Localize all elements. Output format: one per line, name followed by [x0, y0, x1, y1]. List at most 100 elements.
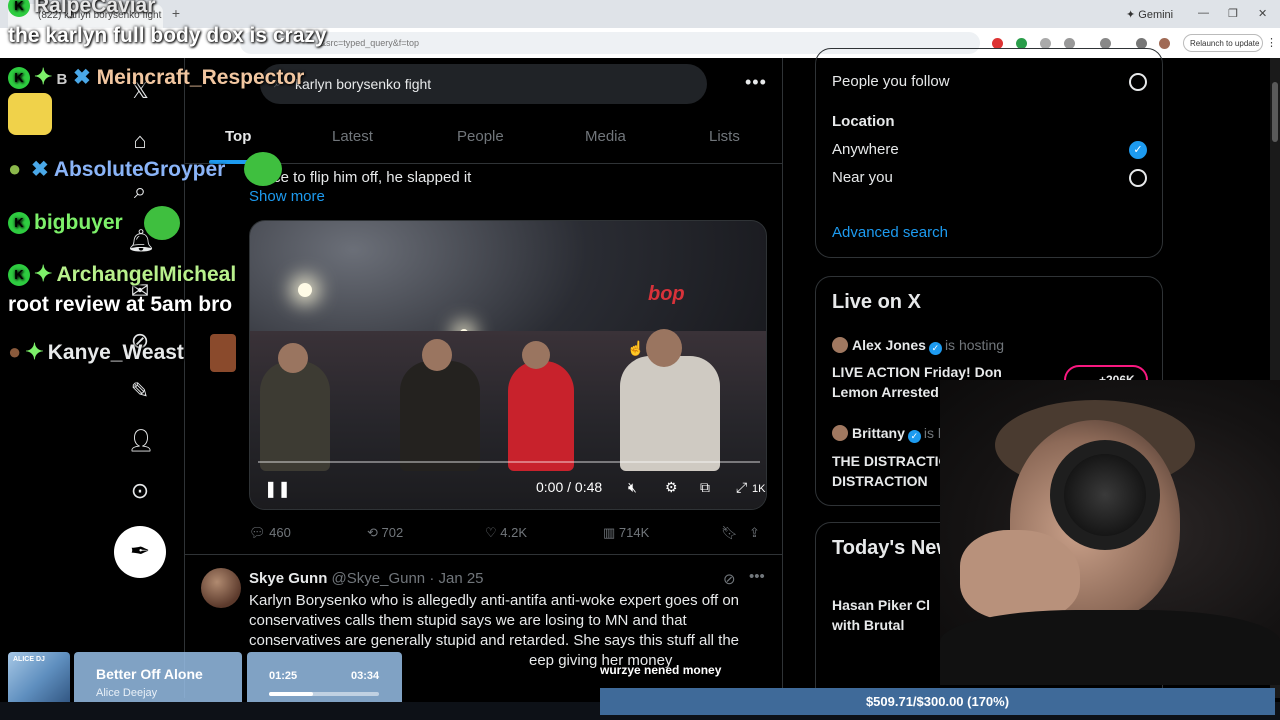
video-player[interactable]: bop ❚❚ 0:00 / 0:48 🔇︎ ⚙ ⧉ ⤢ 1K — [249, 220, 767, 510]
lists-icon[interactable]: ✎ — [127, 378, 153, 404]
emote-icon — [244, 152, 282, 186]
radio-anywhere[interactable]: ✓ — [1129, 141, 1147, 159]
webcam-overlay — [940, 380, 1280, 685]
views-button[interactable]: ▥ 714K — [603, 525, 649, 541]
advanced-search-link[interactable]: Advanced search — [832, 224, 948, 241]
chat-line: ● ✖ AbsoluteGroyper — [8, 156, 225, 182]
tts-message: wurzye nened money — [600, 663, 722, 677]
video-person — [620, 356, 720, 471]
song-title: Better Off Alone — [96, 666, 203, 682]
search-input[interactable]: ⌕ karlyn borysenko fight — [260, 64, 707, 104]
tab-top[interactable]: Top — [225, 128, 251, 145]
tab-lists[interactable]: Lists — [709, 128, 740, 145]
view-count-badge: 1K — [752, 483, 766, 495]
relaunch-button[interactable]: Relaunch to update — [1183, 34, 1263, 52]
author-handle[interactable]: @Skye_Gunn — [332, 570, 426, 587]
fullscreen-icon[interactable]: ⤢ — [736, 479, 747, 496]
video-person-head — [422, 339, 452, 371]
sparkle-icon: ✦ — [25, 339, 44, 364]
mouse-cursor: ☝ — [627, 340, 645, 356]
minimize-button[interactable]: — — [1198, 7, 1209, 19]
webcam-shirt — [940, 610, 1280, 685]
profile-avatar[interactable] — [1159, 38, 1170, 49]
chat-username: ArchangelMicheal — [56, 263, 237, 286]
repost-icon: ⟲ — [367, 525, 378, 540]
video-person-head — [646, 329, 682, 367]
pause-icon[interactable]: ❚❚ — [264, 479, 291, 499]
gemini-button[interactable]: ✦ Gemini — [1126, 8, 1173, 21]
browser-menu-icon[interactable]: ⋮ — [1266, 36, 1277, 49]
avatar — [832, 425, 848, 441]
kick-badge-icon: K — [8, 0, 30, 17]
tab-latest[interactable]: Latest — [332, 128, 373, 145]
settings-icon[interactable]: ⚙ — [665, 479, 678, 496]
more-options-icon[interactable]: ••• — [745, 72, 767, 93]
post-button[interactable]: ✒ — [114, 526, 166, 578]
mute-icon[interactable]: 🔇︎ — [628, 479, 637, 496]
scrollbar-thumb[interactable] — [1272, 82, 1278, 142]
tweet-actions: 💬︎ 460 ⟲ 702 ♡ 4.2K ▥ 714K 🔖︎ ⇪ — [249, 523, 767, 545]
left-nav: 𝕏 ⌂ ⌕ 🔔︎ ✉ ⊘ ✎ 👤︎ ⊙ ✒ — [95, 58, 185, 698]
avatar — [832, 337, 848, 353]
street-light — [298, 283, 312, 297]
chat-username: Meincraft_Respector — [96, 66, 305, 89]
chat-username: AbsoluteGroyper — [53, 158, 226, 181]
author-name[interactable]: Skye Gunn — [249, 570, 327, 587]
radio-people-you-follow[interactable] — [1129, 73, 1147, 91]
emote-icon — [210, 334, 236, 372]
show-more-link[interactable]: Show more — [249, 188, 325, 205]
video-person-head — [278, 343, 308, 373]
total-time: 03:34 — [351, 670, 380, 682]
live-host-row[interactable]: Alex Jones ✓ is hosting — [832, 337, 1004, 355]
more-options-icon[interactable]: ••• — [749, 568, 765, 585]
chat-username: bigbuyer — [34, 211, 123, 234]
sword-icon: ✖ — [73, 66, 91, 89]
host-name: Alex Jones — [852, 337, 926, 353]
goal-text: $509.71/$300.00 (170%) — [865, 694, 1010, 709]
chat-line: K RalpeCaviar — [8, 0, 155, 18]
radio-near-you[interactable] — [1129, 169, 1147, 187]
sword-icon: ✖ — [31, 158, 49, 181]
avatar[interactable] — [201, 568, 241, 608]
like-button[interactable]: ♡ 4.2K — [485, 525, 527, 541]
chat-message: root review at 5am bro — [8, 293, 233, 316]
live-title: Live on X — [832, 291, 921, 313]
chat-line: K ✦ B ✖ Meincraft_Respector — [8, 64, 304, 90]
tab-people[interactable]: People — [457, 128, 504, 145]
verified-icon: ✓ — [928, 342, 942, 355]
repost-button[interactable]: ⟲ 702 — [367, 525, 403, 541]
tweet-header: Skye Gunn @Skye_Gunn · Jan 25 — [249, 570, 484, 587]
main-column: ⌕ karlyn borysenko fight ••• Top Latest … — [185, 58, 783, 698]
tweet-date[interactable]: · Jan 25 — [429, 570, 483, 587]
share-icon[interactable]: ⇪ — [749, 525, 760, 541]
headphones — [1050, 440, 1160, 550]
tab-media[interactable]: Media — [585, 128, 626, 145]
close-window-button[interactable]: ✕ — [1258, 7, 1267, 20]
song-progress-fill — [269, 692, 313, 696]
badge-b: B — [56, 71, 68, 88]
reply-button[interactable]: 💬︎ 460 — [249, 525, 291, 541]
divider — [185, 554, 782, 555]
profile-icon[interactable]: 👤︎ — [127, 428, 155, 454]
home-icon[interactable]: ⌂ — [127, 128, 153, 154]
grok-icon[interactable]: ⊘ — [723, 570, 736, 588]
video-time: 0:00 / 0:48 — [536, 479, 603, 495]
chat-line: ● ✦ Kanye_Weast — [8, 339, 184, 365]
video-person — [508, 361, 574, 471]
host-name: Brittany — [852, 425, 905, 441]
elapsed-time: 01:25 — [269, 670, 298, 682]
maximize-button[interactable]: ❐ — [1228, 7, 1238, 20]
kick-badge-icon: K — [8, 212, 30, 234]
chat-line: Kbigbuyer — [8, 211, 123, 235]
views-count: 714K — [618, 525, 650, 540]
chat-username: Kanye_Weast — [47, 341, 184, 364]
news-item[interactable]: Hasan Piker Cl with Brutal — [832, 595, 952, 635]
bookmark-icon[interactable]: 🔖︎ — [721, 525, 738, 541]
new-tab-button[interactable]: + — [168, 6, 184, 22]
video-person — [400, 361, 480, 471]
more-icon[interactable]: ⊙ — [127, 478, 153, 504]
pip-icon[interactable]: ⧉ — [700, 479, 710, 496]
reply-count: 460 — [269, 525, 291, 540]
news-title: Today's New — [832, 537, 952, 559]
video-progress-bar[interactable] — [258, 461, 760, 463]
